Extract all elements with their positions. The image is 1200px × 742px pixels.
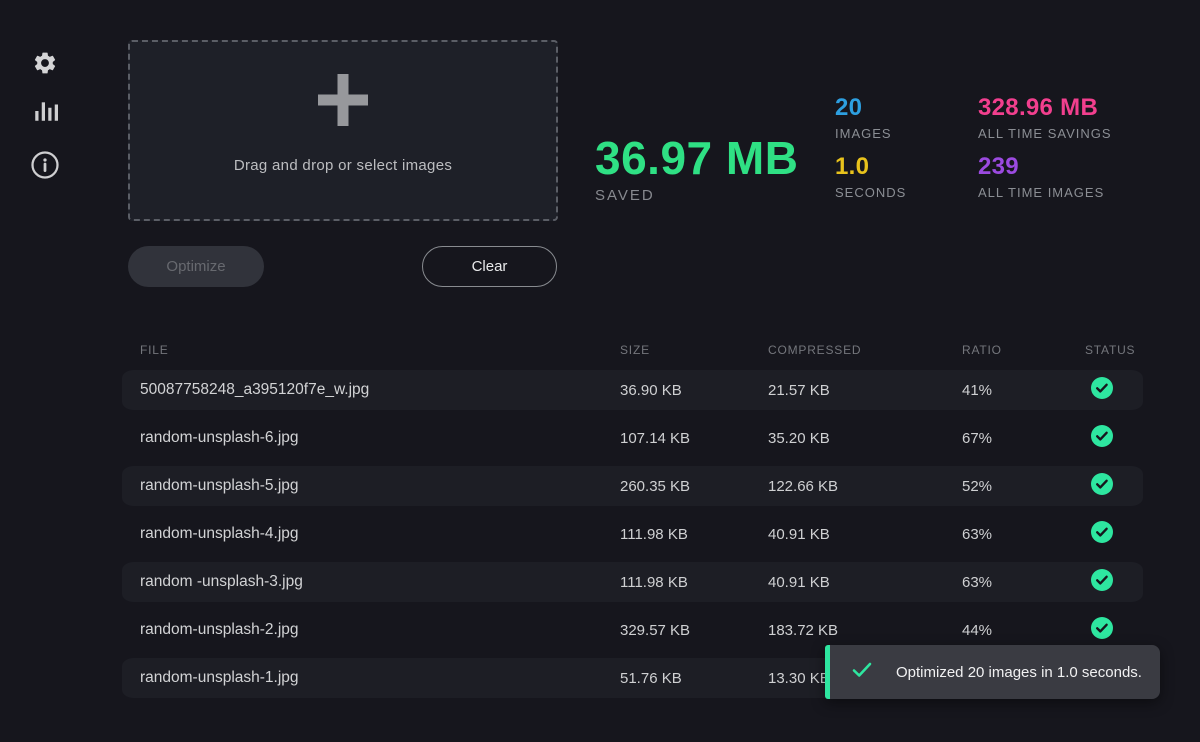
table-row[interactable]: random-unsplash-5.jpg 260.35 KB 122.66 K… [122, 462, 1143, 510]
status-cell [1085, 473, 1161, 499]
seconds-label: SECONDS [835, 185, 906, 200]
compressed-cell: 122.66 KB [768, 478, 962, 495]
file-name-cell: random-unsplash-6.jpg [140, 429, 620, 447]
header-file: FILE [140, 343, 620, 357]
ratio-cell: 41% [962, 382, 1085, 399]
size-cell: 51.76 KB [620, 670, 768, 687]
seconds-value: 1.0 [835, 153, 906, 181]
seconds-stat: 1.0 SECONDS [835, 153, 906, 200]
check-circle-icon [1091, 377, 1113, 403]
file-name-cell: 50087758248_a395120f7e_w.jpg [140, 381, 620, 399]
ratio-cell: 44% [962, 622, 1085, 639]
alltime-savings-stat: 328.96 MB ALL TIME SAVINGS [978, 94, 1112, 141]
ratio-cell: 63% [962, 526, 1085, 543]
plus-icon [318, 74, 368, 131]
alltime-images-value: 239 [978, 153, 1112, 181]
header-compressed: COMPRESSED [768, 343, 962, 357]
status-cell [1085, 521, 1161, 547]
settings-button[interactable] [28, 46, 62, 80]
size-cell: 111.98 KB [620, 574, 768, 591]
optimize-button[interactable]: Optimize [128, 246, 264, 287]
sidebar [0, 0, 88, 742]
compressed-cell: 40.91 KB [768, 526, 962, 543]
table-row[interactable]: random-unsplash-6.jpg 107.14 KB 35.20 KB… [122, 414, 1143, 462]
compressed-cell: 21.57 KB [768, 382, 962, 399]
header-size: SIZE [620, 343, 768, 357]
file-name-cell: random-unsplash-1.jpg [140, 669, 620, 687]
statistics-button[interactable] [28, 94, 62, 128]
alltime-images-label: ALL TIME IMAGES [978, 185, 1112, 200]
size-cell: 107.14 KB [620, 430, 768, 447]
check-icon [852, 662, 872, 683]
toast-notification[interactable]: Optimized 20 images in 1.0 seconds. [825, 645, 1160, 699]
about-button[interactable] [28, 148, 62, 182]
check-circle-icon [1091, 569, 1113, 595]
table-row[interactable]: random-unsplash-4.jpg 111.98 KB 40.91 KB… [122, 510, 1143, 558]
status-cell [1085, 617, 1161, 643]
alltime-savings-value: 328.96 MB [978, 94, 1112, 122]
status-cell [1085, 377, 1161, 403]
dropzone-label: Drag and drop or select images [234, 157, 452, 174]
compressed-cell: 40.91 KB [768, 574, 962, 591]
bar-chart-icon [32, 98, 58, 124]
session-stats: 20 IMAGES 1.0 SECONDS [835, 94, 906, 200]
status-cell [1085, 569, 1161, 595]
info-icon [30, 150, 60, 180]
check-circle-icon [1091, 521, 1113, 547]
file-name-cell: random-unsplash-4.jpg [140, 525, 620, 543]
saved-label: SAVED [595, 187, 798, 204]
header-status: STATUS [1085, 343, 1161, 357]
clear-button[interactable]: Clear [422, 246, 557, 287]
file-name-cell: random-unsplash-2.jpg [140, 621, 620, 639]
compressed-cell: 35.20 KB [768, 430, 962, 447]
file-name-cell: random-unsplash-5.jpg [140, 477, 620, 495]
images-label: IMAGES [835, 126, 906, 141]
table-header: FILE SIZE COMPRESSED RATIO STATUS [122, 333, 1143, 366]
ratio-cell: 52% [962, 478, 1085, 495]
images-value: 20 [835, 94, 906, 122]
table-row[interactable]: 50087758248_a395120f7e_w.jpg 36.90 KB 21… [122, 366, 1143, 414]
size-cell: 36.90 KB [620, 382, 768, 399]
alltime-stats: 328.96 MB ALL TIME SAVINGS 239 ALL TIME … [978, 94, 1112, 200]
check-circle-icon [1091, 617, 1113, 643]
check-circle-icon [1091, 473, 1113, 499]
size-cell: 111.98 KB [620, 526, 768, 543]
saved-value: 36.97 MB [595, 132, 798, 184]
status-cell [1085, 425, 1161, 451]
saved-stat: 36.97 MB SAVED [595, 132, 798, 204]
alltime-savings-label: ALL TIME SAVINGS [978, 126, 1112, 141]
ratio-cell: 63% [962, 574, 1085, 591]
header-ratio: RATIO [962, 343, 1085, 357]
compressed-cell: 183.72 KB [768, 622, 962, 639]
alltime-images-stat: 239 ALL TIME IMAGES [978, 153, 1112, 200]
ratio-cell: 67% [962, 430, 1085, 447]
size-cell: 329.57 KB [620, 622, 768, 639]
toast-message: Optimized 20 images in 1.0 seconds. [896, 664, 1142, 681]
images-stat: 20 IMAGES [835, 94, 906, 141]
dropzone[interactable]: Drag and drop or select images [128, 40, 558, 221]
check-circle-icon [1091, 425, 1113, 451]
file-name-cell: random -unsplash-3.jpg [140, 573, 620, 591]
gear-icon [32, 50, 58, 76]
table-row[interactable]: random -unsplash-3.jpg 111.98 KB 40.91 K… [122, 558, 1143, 606]
size-cell: 260.35 KB [620, 478, 768, 495]
